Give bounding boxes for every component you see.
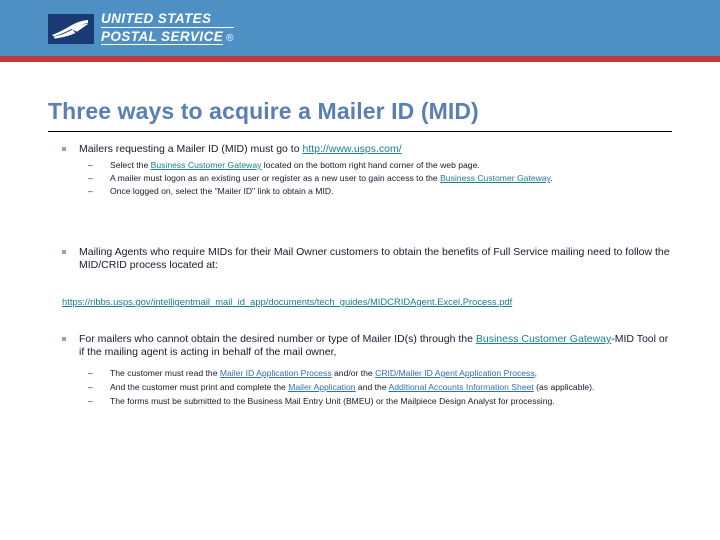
sub-3-2-part1: And the customer must print and complete… — [110, 382, 289, 392]
bullet-item-2: Mailing Agents who require MIDs for thei… — [0, 246, 720, 272]
bullet-square-icon — [62, 147, 66, 151]
sub-1-1-part1: Select the — [110, 160, 151, 170]
usps-wordmark: UNITED STATES POSTAL SERVICE ® — [101, 12, 234, 45]
sub-bullet-3-3: – The forms must be submitted to the Bus… — [0, 396, 720, 407]
sub-1-2-part2: . — [550, 173, 553, 183]
bullet-item-1: Mailers requesting a Mailer ID (MID) mus… — [0, 143, 720, 156]
dash-marker-icon: – — [88, 396, 93, 406]
bullet-2-text: Mailing Agents who require MIDs for thei… — [79, 246, 670, 271]
sub-3-1-part1: The customer must read the — [110, 368, 220, 378]
bullet-group-1: Mailers requesting a Mailer ID (MID) mus… — [0, 143, 720, 197]
sub-1-3-text: Once logged on, select the "Mailer ID" l… — [110, 186, 334, 196]
page-title: Three ways to acquire a Mailer ID (MID) — [48, 98, 479, 124]
sub-bullet-3-2: – And the customer must print and comple… — [0, 382, 720, 393]
sub-bullet-1-1: – Select the Business Customer Gateway l… — [0, 160, 720, 171]
bullet-square-icon — [62, 337, 66, 341]
bullet-square-icon — [62, 250, 66, 254]
bullet-group-2: Mailing Agents who require MIDs for thei… — [0, 246, 720, 272]
sub-3-3-text: The forms must be submitted to the Busin… — [110, 396, 555, 406]
usps-logo-lockup: UNITED STATES POSTAL SERVICE ® — [48, 12, 234, 45]
dash-marker-icon: – — [88, 382, 93, 392]
sub-bullet-3-1: – The customer must read the Mailer ID A… — [0, 368, 720, 379]
link-additional-accounts-information-sheet[interactable]: Additional Accounts Information Sheet — [389, 382, 534, 392]
link-midcrid-agent-excel-process-pdf[interactable]: https://ribbs.usps.gov/intelligentmail_m… — [62, 296, 512, 307]
link-crid-mailer-id-agent-application-process[interactable]: CRID/Mailer ID Agent Application Process — [375, 368, 535, 378]
sub-bullet-1-2: – A mailer must logon as an existing use… — [0, 173, 720, 184]
sub-3-1-part2: and/or the — [331, 368, 376, 378]
registered-trademark-icon: ® — [226, 33, 234, 44]
header-red-stripe — [0, 56, 720, 62]
sub-1-1-part2: located on the bottom right hand corner … — [261, 160, 480, 170]
sub-3-1-part3: , — [534, 368, 538, 378]
bullet-item-3: For mailers who cannot obtain the desire… — [0, 333, 720, 359]
bullet-3-part1: For mailers who cannot obtain the desire… — [79, 333, 476, 345]
bullet-group-3: For mailers who cannot obtain the desire… — [0, 333, 720, 407]
link-business-customer-gateway-3[interactable]: Business Customer Gateway — [476, 333, 611, 345]
link-business-customer-gateway-2[interactable]: Business Customer Gateway — [440, 173, 550, 183]
dash-marker-icon: – — [88, 368, 93, 378]
brand-line-united-states: UNITED STATES — [101, 12, 234, 28]
midcrid-process-url-container: https://ribbs.usps.gov/intelligentmail_m… — [62, 296, 702, 308]
usps-eagle-icon — [48, 13, 94, 44]
dash-marker-icon: – — [88, 160, 93, 170]
sub-1-2-part1: A mailer must logon as an existing user … — [110, 173, 441, 183]
link-mailer-id-application-process[interactable]: Mailer ID Application Process — [220, 368, 332, 378]
sub-bullet-1-3: – Once logged on, select the "Mailer ID"… — [0, 186, 720, 197]
sub-3-2-part3: (as applicable). — [533, 382, 595, 392]
link-mailer-application[interactable]: Mailer Application — [288, 382, 355, 392]
dash-marker-icon: – — [88, 186, 93, 196]
title-divider — [48, 131, 672, 132]
link-usps-home[interactable]: http://www.usps.com/ — [302, 143, 401, 155]
sub-3-2-part2: and the — [355, 382, 389, 392]
bullet-1-text: Mailers requesting a Mailer ID (MID) mus… — [79, 143, 303, 155]
brand-line-postal-service: POSTAL SERVICE — [101, 28, 224, 45]
dash-marker-icon: – — [88, 173, 93, 183]
link-business-customer-gateway-1[interactable]: Business Customer Gateway — [151, 160, 262, 170]
